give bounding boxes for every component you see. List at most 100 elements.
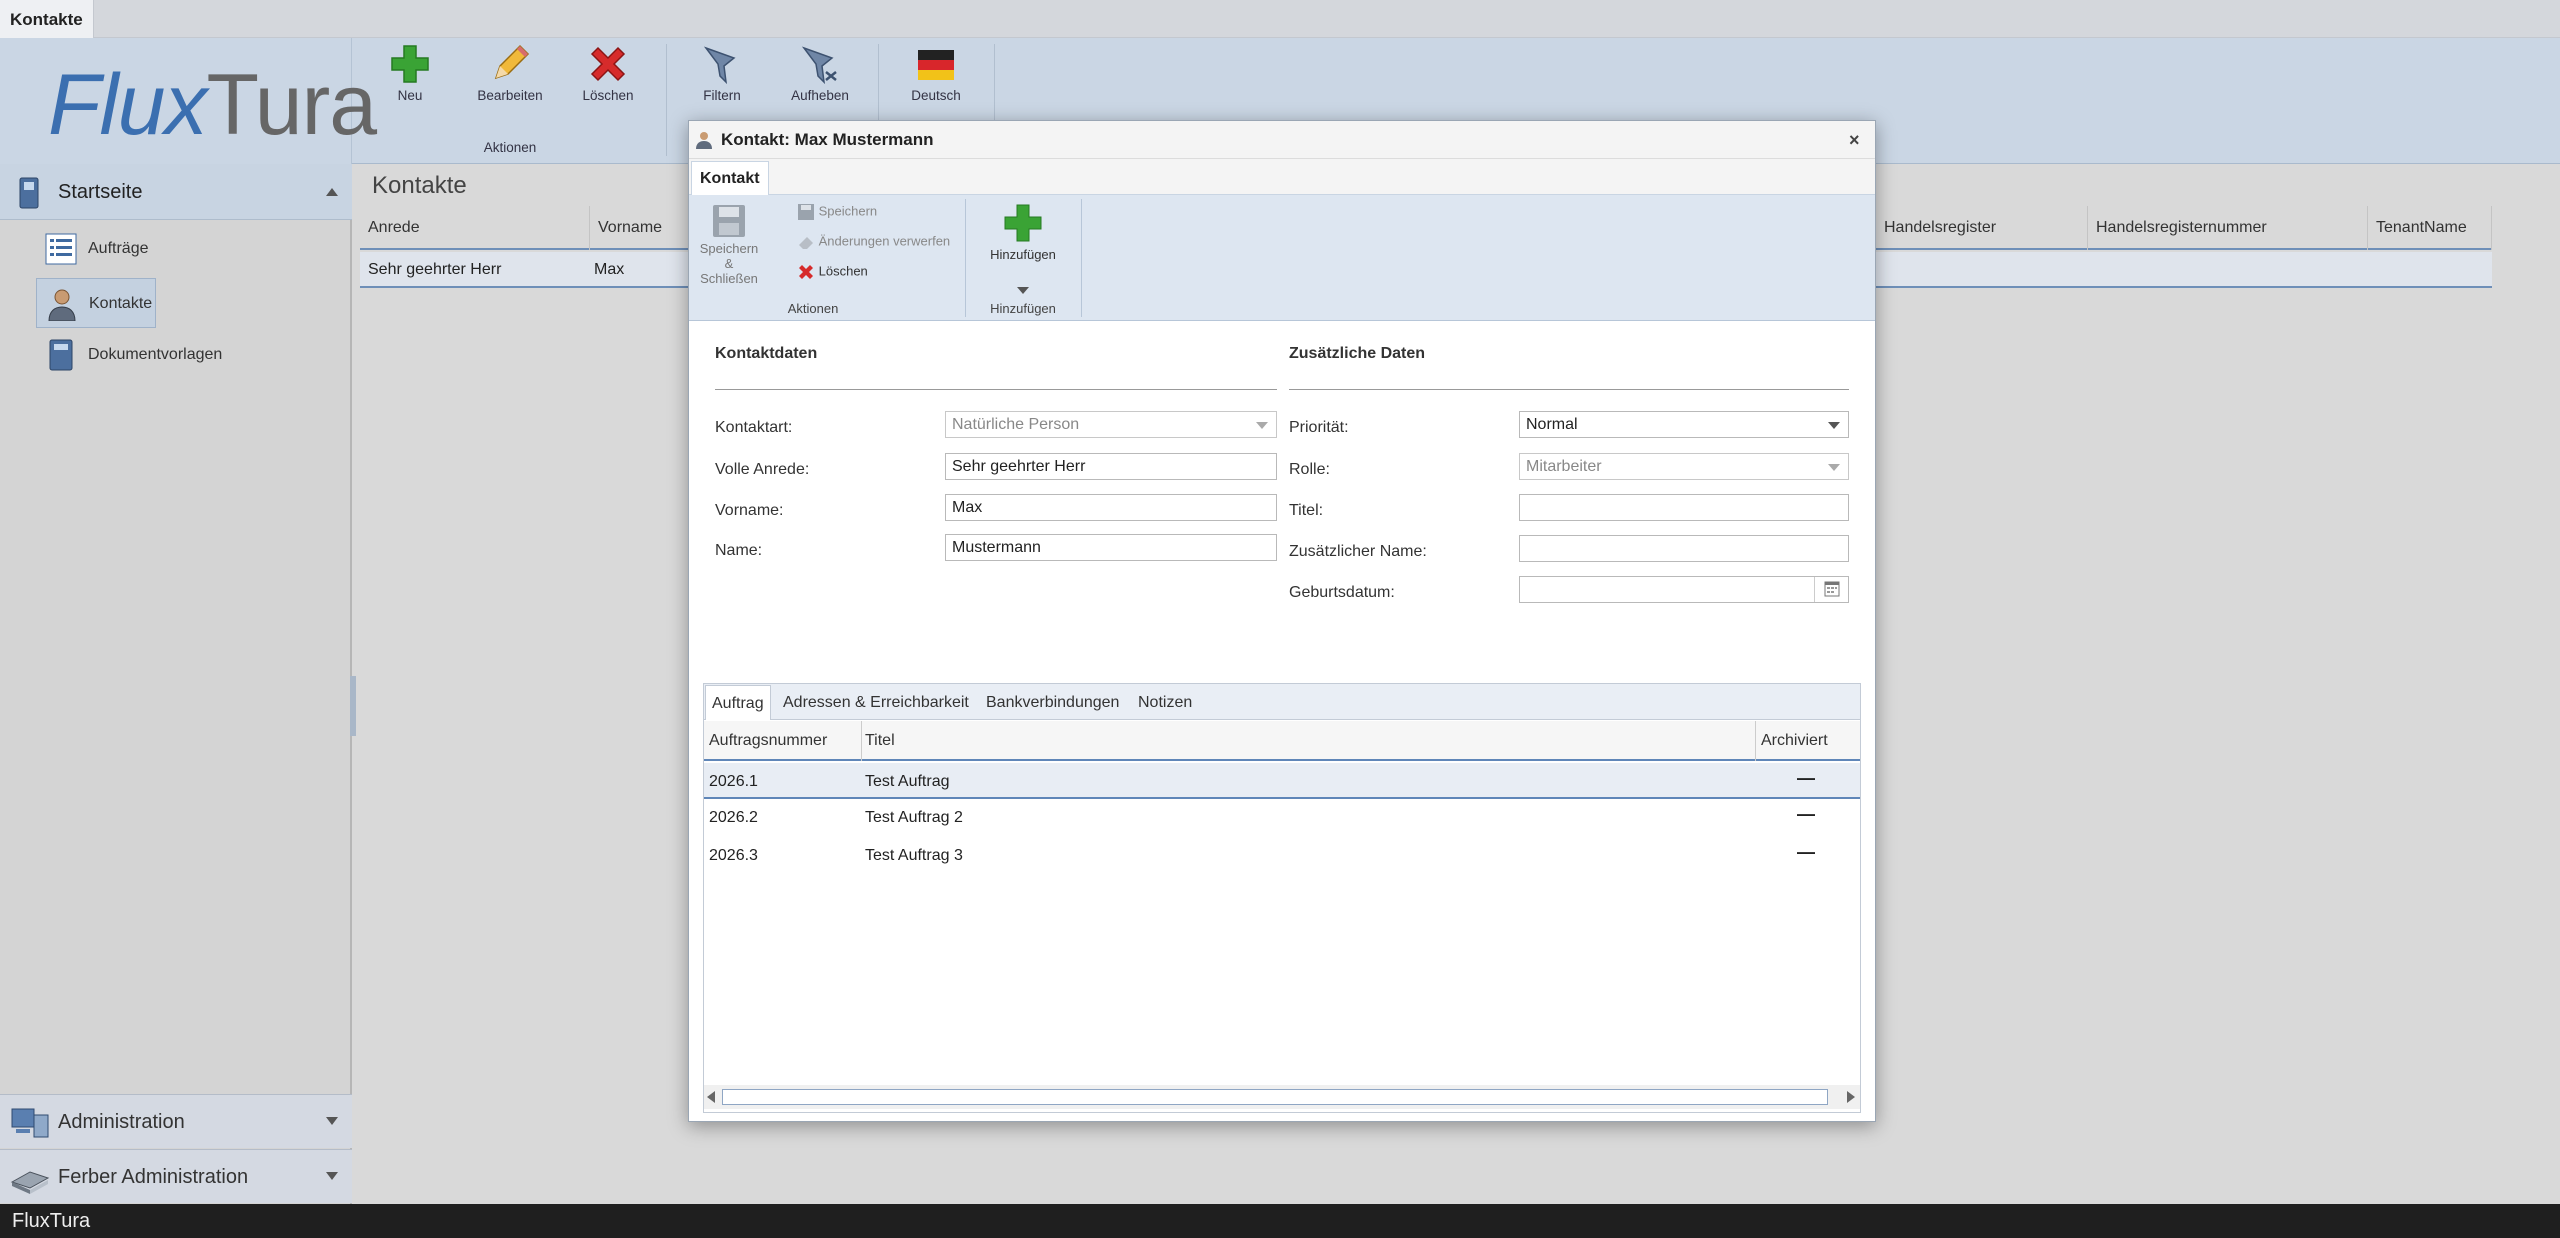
table-row[interactable]: 2026.2 Test Auftrag 2 — (704, 801, 1860, 837)
chevron-down-icon[interactable] (1017, 287, 1029, 295)
archived-indicator: — (1797, 842, 1815, 862)
sidebar-item-label: Dokumentvorlagen (88, 346, 223, 363)
ribbon-separator (666, 44, 667, 156)
column-header-handelsregister[interactable]: Handelsregister (1876, 206, 2088, 250)
table-row[interactable]: 2026.1 Test Auftrag — (704, 763, 1860, 799)
save-close-button[interactable]: Speichern & Schließen (697, 201, 761, 286)
sidebar-item-auftraege[interactable]: Aufträge (36, 224, 336, 274)
book-icon (10, 1160, 50, 1194)
red-x-icon (586, 42, 630, 86)
chevron-down-icon (1828, 422, 1840, 429)
logo-area: FluxTura (0, 38, 377, 164)
scrollbar-thumb[interactable] (722, 1089, 1828, 1105)
name-input[interactable]: Mustermann (945, 534, 1277, 561)
titel-input[interactable] (1519, 494, 1849, 521)
horizontal-scrollbar[interactable] (704, 1085, 1860, 1109)
plus-icon (1003, 203, 1043, 243)
subtab-notizen[interactable]: Notizen (1138, 685, 1192, 721)
zusaetzlicher-name-input[interactable] (1519, 535, 1849, 562)
sidebar-section-administration[interactable]: Administration (0, 1094, 352, 1148)
rolle-value: Mitarbeiter (1526, 458, 1602, 475)
dialog-group-hinzufuegen: Hinzufügen (990, 301, 1056, 316)
volle-anrede-input[interactable]: Sehr geehrter Herr (945, 453, 1277, 480)
calendar-icon[interactable] (1814, 577, 1848, 602)
kontaktart-select[interactable]: Natürliche Person (945, 411, 1277, 438)
column-header-handelsregisternummer[interactable]: Handelsregisternummer (2088, 206, 2368, 250)
new-label: Neu (397, 88, 423, 103)
save-label: Speichern (818, 203, 878, 219)
sidebar-header-startseite[interactable]: Startseite (0, 164, 352, 220)
column-divider (1755, 721, 1756, 761)
disk-icon (797, 203, 815, 221)
clear-filter-button[interactable]: Aufheben (772, 42, 868, 112)
label-vorname: Vorname: (715, 502, 784, 519)
label-prioritaet: Priorität: (1289, 419, 1349, 436)
clear-filter-label: Aufheben (791, 88, 849, 103)
fluxtura-logo: FluxTura (48, 57, 377, 153)
ribbon-group-aktionen: Aktionen (483, 140, 537, 155)
page-title: Kontakte (372, 172, 467, 199)
german-flag-icon (914, 42, 958, 86)
tab-kontakt[interactable]: Kontakt (691, 161, 769, 195)
cell-auftragsnummer: 2026.2 (709, 809, 758, 826)
sidebar-section-ferber-administration[interactable]: Ferber Administration (0, 1149, 352, 1203)
dialog-delete-label: Löschen (818, 263, 868, 279)
rolle-select[interactable]: Mitarbeiter (1519, 453, 1849, 480)
save-close-label: Speichern & Schließen (699, 241, 759, 286)
section-zusaetzliche-daten: Zusätzliche Daten (1289, 345, 1426, 362)
save-icon (709, 201, 749, 241)
column-header-titel[interactable]: Titel (865, 732, 895, 750)
cell-vorname: Max (594, 261, 625, 278)
sidebar-header-label: Startseite (58, 181, 143, 203)
dialog-group-aktionen: Aktionen (787, 301, 839, 316)
cell-auftragsnummer: 2026.1 (709, 773, 758, 790)
dialog-delete-button[interactable]: Löschen (797, 263, 868, 281)
eraser-icon (797, 233, 815, 251)
logo-flux: Flux (48, 57, 207, 153)
subtab-adressen[interactable]: Adressen & Erreichbarkeit (783, 685, 969, 721)
dialog-title: Kontakt: Max Mustermann (721, 130, 934, 149)
label-rolle: Rolle: (1289, 461, 1330, 478)
new-button[interactable]: Neu (362, 42, 458, 112)
tab-kontakte[interactable]: Kontakte (0, 0, 94, 38)
chevron-down-icon (1828, 464, 1840, 471)
close-icon[interactable]: × (1849, 121, 1860, 159)
discard-changes-button[interactable]: Änderungen verwerfen (797, 233, 950, 251)
delete-button[interactable]: Löschen (560, 42, 656, 112)
sidebar-item-dokumentvorlagen[interactable]: Dokumentvorlagen (36, 330, 336, 380)
edit-button[interactable]: Bearbeiten (462, 42, 558, 112)
document-tab-strip (0, 0, 2560, 38)
column-header-archiviert[interactable]: Archiviert (1761, 732, 1828, 750)
person-icon (45, 287, 79, 321)
vorname-input[interactable]: Max (945, 494, 1277, 521)
table-row[interactable]: 2026.3 Test Auftrag 3 — (704, 839, 1860, 875)
filter-label: Filtern (703, 88, 741, 103)
chevron-up-icon (326, 188, 338, 196)
subtab-auftrag[interactable]: Auftrag (705, 685, 771, 720)
prioritaet-select[interactable]: Normal (1519, 411, 1849, 438)
ribbon-separator (1081, 199, 1082, 317)
list-icon (44, 232, 78, 266)
label-volle-anrede: Volle Anrede: (715, 461, 810, 478)
column-header-anrede[interactable]: Anrede (360, 206, 590, 250)
add-button[interactable]: Hinzufügen (979, 203, 1067, 262)
scroll-right-icon[interactable] (1847, 1091, 1855, 1103)
status-bar: FluxTura (0, 1204, 2560, 1238)
document-icon (44, 338, 78, 372)
geburtsdatum-input[interactable] (1519, 576, 1849, 603)
subtab-bankverbindungen[interactable]: Bankverbindungen (986, 685, 1119, 721)
sidebar-splitter[interactable] (350, 676, 356, 736)
column-header-tenantname[interactable]: TenantName (2368, 206, 2492, 250)
sidebar-footer-label: Administration (58, 1111, 185, 1133)
column-header-auftragsnummer[interactable]: Auftragsnummer (709, 732, 827, 750)
section-divider (715, 389, 1277, 390)
kontaktart-value: Natürliche Person (952, 416, 1080, 433)
language-button[interactable]: Deutsch (888, 42, 984, 112)
scroll-left-icon[interactable] (707, 1091, 715, 1103)
sidebar-item-kontakte[interactable]: Kontakte (36, 278, 156, 328)
archived-indicator: — (1797, 804, 1815, 824)
dialog-ribbon-tabs (689, 159, 1875, 195)
save-button[interactable]: Speichern (797, 203, 877, 221)
filter-button[interactable]: Filtern (674, 42, 770, 112)
column-header-vorname[interactable]: Vorname (590, 206, 690, 250)
